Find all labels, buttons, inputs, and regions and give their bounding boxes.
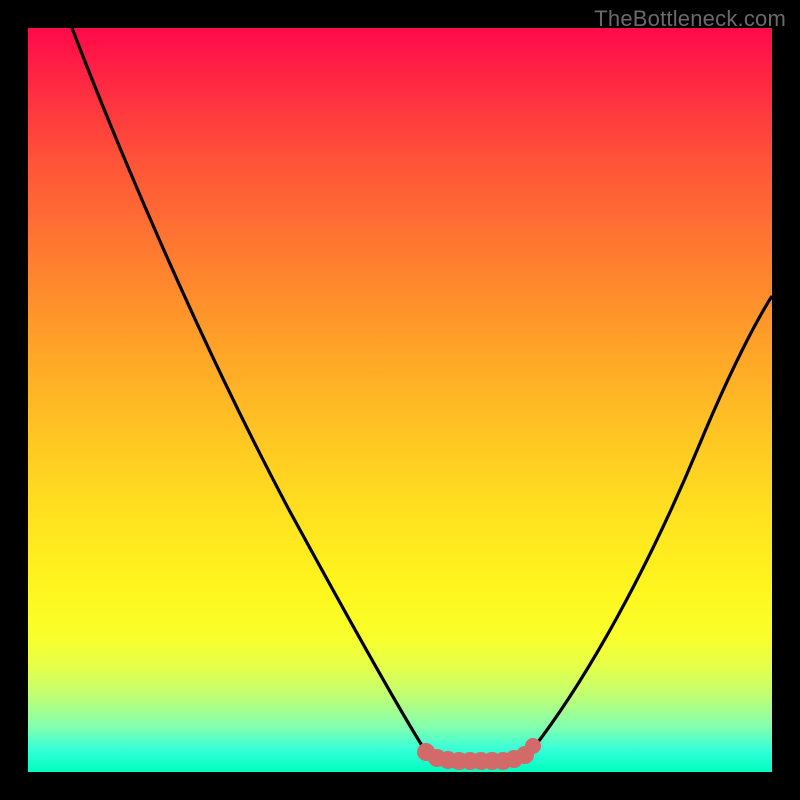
curve-layer (28, 28, 772, 772)
trough-dots (417, 738, 541, 770)
curve-left (72, 28, 426, 752)
watermark-text: TheBottleneck.com (594, 6, 786, 32)
plot-area (28, 28, 772, 772)
curve-right (532, 296, 772, 750)
chart-frame: TheBottleneck.com (0, 0, 800, 800)
